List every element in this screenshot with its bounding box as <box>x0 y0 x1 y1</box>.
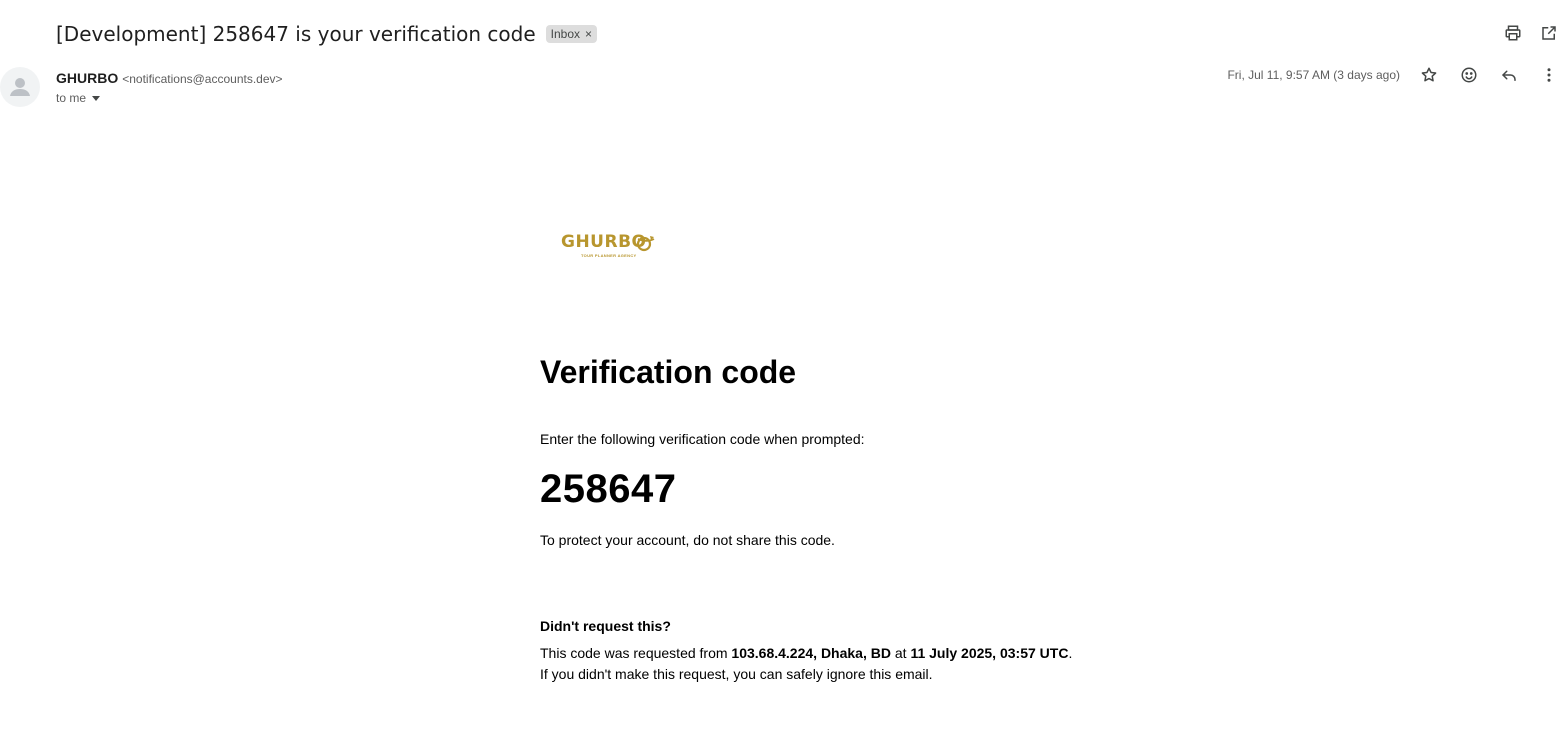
reply-icon[interactable] <box>1500 66 1518 84</box>
sender-avatar[interactable] <box>0 67 40 107</box>
ignore-text: If you didn't make this request, you can… <box>540 666 933 682</box>
inbox-label-text: Inbox <box>550 27 580 41</box>
logo-tagline: TOUR PLANNER AGENCY <box>581 253 637 258</box>
verification-code: 258647 <box>540 467 677 511</box>
inbox-label-chip[interactable]: Inbox × <box>545 25 598 43</box>
email-subject: [Development] 258647 is your verificatio… <box>56 22 536 46</box>
verification-heading: Verification code <box>540 354 797 390</box>
remove-label-button[interactable]: × <box>585 27 592 41</box>
sender-email: <notifications@accounts.dev> <box>122 72 283 86</box>
recipient-label: to me <box>56 91 87 105</box>
request-at: at <box>890 645 911 661</box>
email-body: GHURBO TOUR PLANNER AGENCY Verification … <box>540 220 1160 685</box>
ghurbo-logo: GHURBO TOUR PLANNER AGENCY <box>561 220 661 264</box>
globe-plane-icon <box>636 236 655 252</box>
request-location: 103.68.4.224, Dhaka, BD <box>731 645 891 661</box>
chevron-down-icon <box>92 95 101 101</box>
subject-row: [Development] 258647 is your verificatio… <box>56 18 598 50</box>
request-prefix: This code was requested from <box>540 645 732 661</box>
recipient-details-toggle[interactable]: to me <box>56 91 101 105</box>
instruction-text: Enter the following verification code wh… <box>540 431 865 447</box>
emoji-reaction-icon[interactable] <box>1460 66 1478 84</box>
logo-wordmark: GHURBO <box>561 232 647 252</box>
request-time: 11 July 2025, 03:57 UTC <box>910 645 1069 661</box>
star-icon[interactable] <box>1420 66 1438 84</box>
share-warning-text: To protect your account, do not share th… <box>540 532 835 548</box>
print-icon[interactable] <box>1504 24 1522 42</box>
message-date: Fri, Jul 11, 9:57 AM (3 days ago) <box>1227 68 1400 82</box>
request-suffix: . <box>1068 645 1073 661</box>
more-options-icon[interactable] <box>1540 66 1558 84</box>
thread-actions <box>1504 24 1558 42</box>
sender-name[interactable]: GHURBO <box>56 70 118 86</box>
sender-row: GHURBO <notifications@accounts.dev> <box>56 70 283 86</box>
open-in-new-window-icon[interactable] <box>1540 24 1558 42</box>
message-meta: Fri, Jul 11, 9:57 AM (3 days ago) <box>1227 66 1558 84</box>
default-avatar-icon <box>10 78 30 96</box>
request-details: This code was requested from 103.68.4.22… <box>540 643 1160 685</box>
didnt-request-heading: Didn't request this? <box>540 618 671 634</box>
